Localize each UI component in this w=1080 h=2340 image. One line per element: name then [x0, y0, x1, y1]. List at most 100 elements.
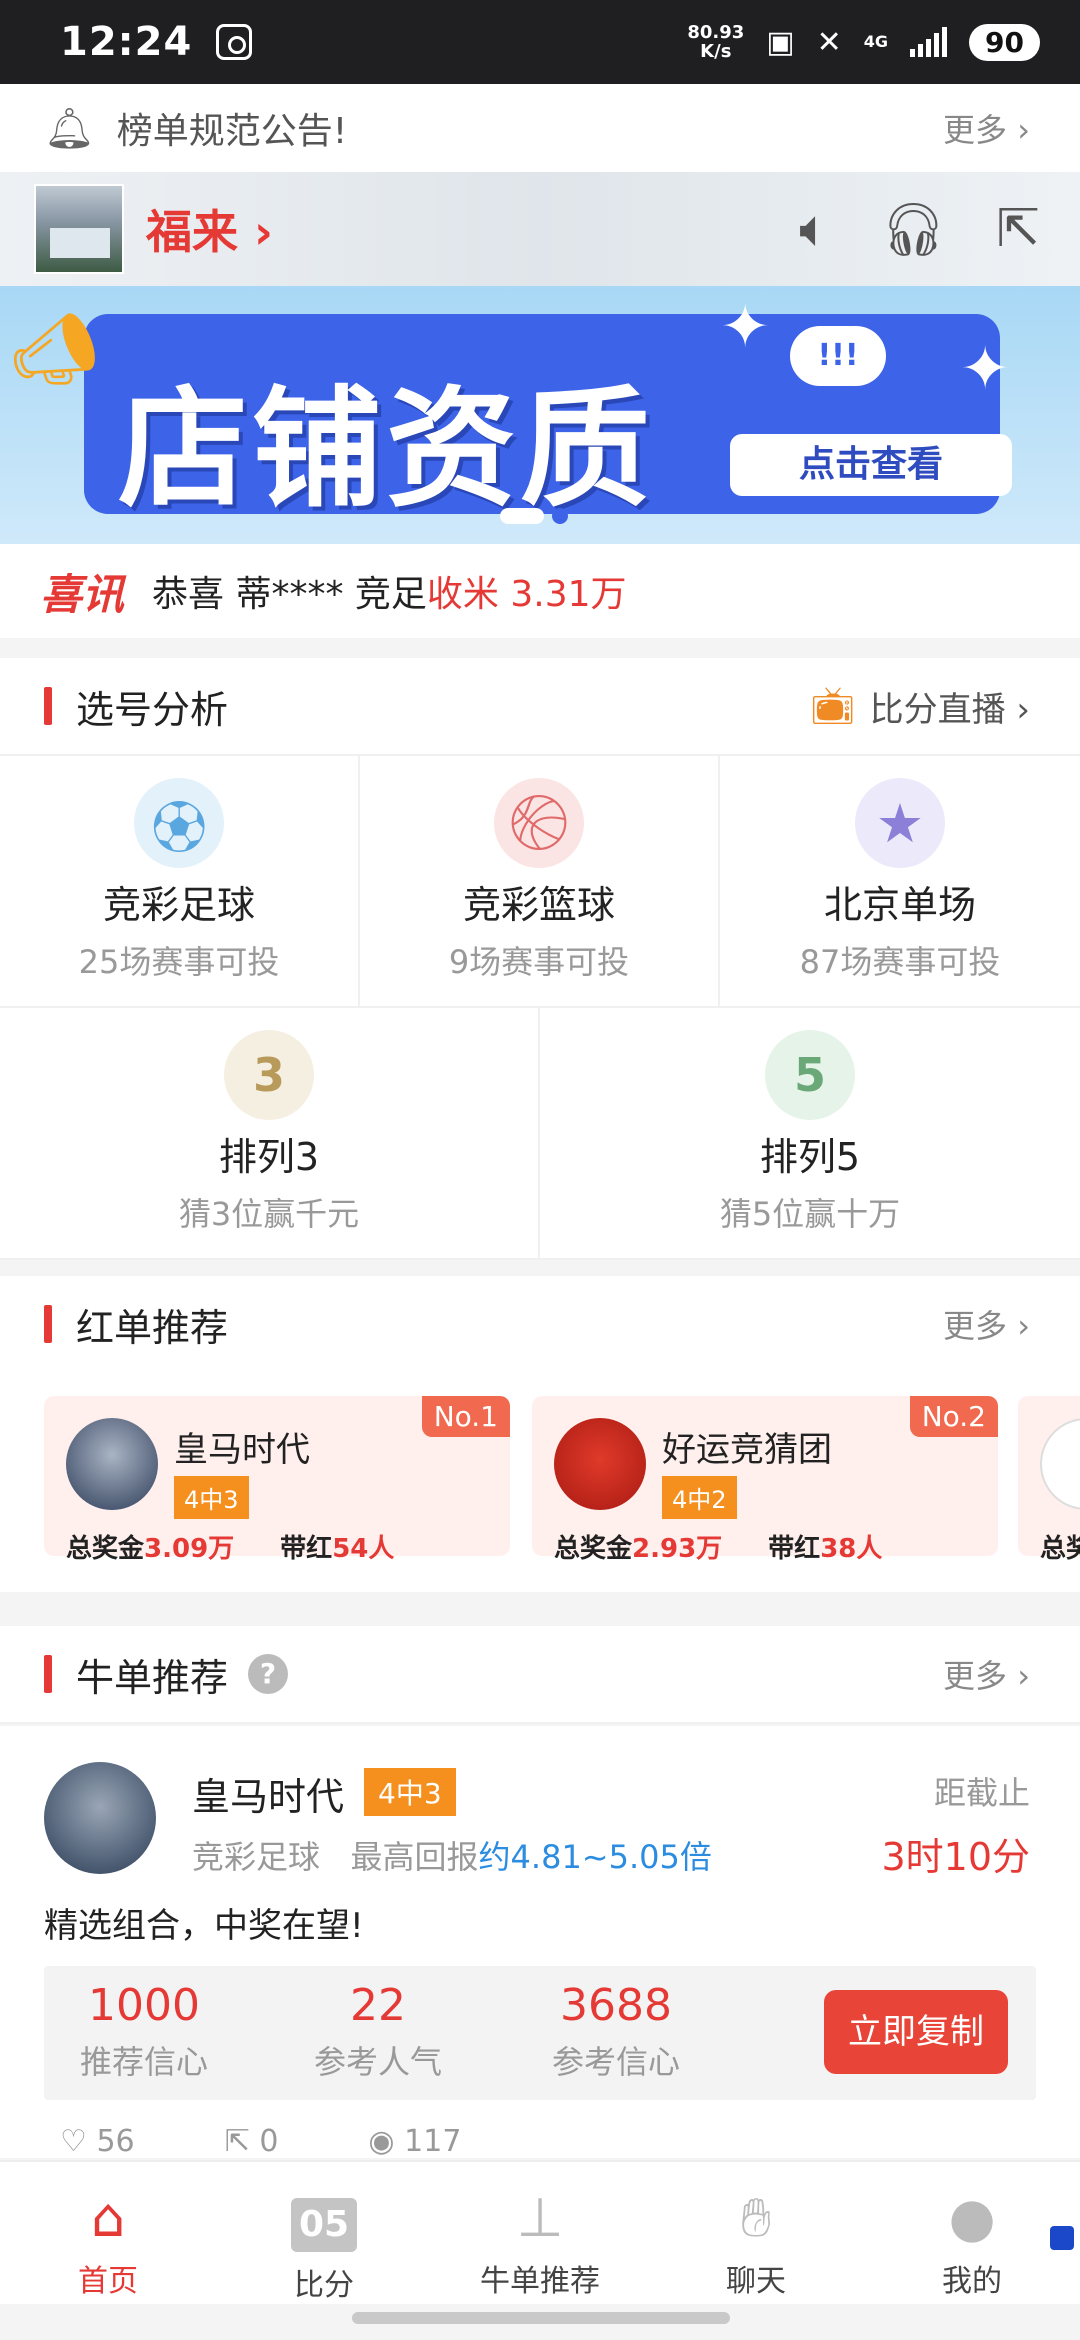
notice-more-link[interactable]: 更多 ›: [943, 105, 1030, 151]
card-stats: 总奖: [1040, 1534, 1080, 1564]
banner-title: 店铺资质: [118, 373, 655, 525]
red-more-link[interactable]: 更多 ›: [943, 1301, 1030, 1347]
red-cards-row: No.1 皇马时代 4中3 总奖金3.09万 带红54人 No.2 好运竞猜团 4…: [0, 1372, 1080, 1592]
section-accent: [44, 687, 52, 725]
like-button[interactable]: ♡ 56: [60, 2124, 135, 2159]
niu-title: 牛单推荐: [76, 1655, 229, 1700]
game-item-pl5[interactable]: 5 排列5 猜5位赢十万: [540, 1008, 1080, 1260]
headset-icon[interactable]: 🎧︎: [880, 199, 946, 260]
author-name: 好运竞猜团: [662, 1430, 832, 1470]
status-bar: 12:24 80.93 K/s ▣ ✕ 4G 90: [0, 0, 1080, 84]
game-item-bjdc[interactable]: ★ 北京单场 87场赛事可投: [720, 756, 1080, 1008]
mute-icon: ✕: [816, 24, 842, 60]
banner-cta-button[interactable]: 点击查看: [730, 434, 1012, 496]
network-type: 4G: [863, 32, 889, 51]
handshake-icon: ✋︎: [740, 2186, 772, 2249]
user-icon: ●: [948, 2186, 996, 2249]
avatar: [554, 1418, 646, 1510]
analysis-title: 选号分析: [76, 687, 229, 732]
tab-home[interactable]: ⌂ 首页: [0, 2162, 216, 2304]
red-title: 红单推荐: [76, 1305, 229, 1350]
promo-banner[interactable]: 📣︎ ✦ ✦ !!! 店铺资质 点击查看: [0, 286, 1080, 544]
speaker-icon[interactable]: 🔈︎: [799, 199, 830, 260]
carousel-indicator: [500, 508, 568, 524]
pailie5-icon: 5: [765, 1030, 855, 1120]
niu-description: 精选组合，中奖在望!: [44, 1906, 364, 1946]
help-icon[interactable]: ?: [248, 1654, 289, 1694]
red-card[interactable]: 总奖: [1018, 1396, 1080, 1564]
tv-icon: 📺︎: [809, 686, 856, 727]
stamp-icon: ⊥: [516, 2186, 564, 2249]
home-indicator[interactable]: [352, 2312, 730, 2324]
basketball-icon: 🏀︎: [494, 778, 584, 868]
avatar: [1040, 1418, 1080, 1510]
store-photo[interactable]: [34, 184, 124, 274]
analysis-section-header: 选号分析 📺︎ 比分直播 ›: [0, 658, 1080, 756]
tab-chat[interactable]: ✋︎ 聊天: [648, 2162, 864, 2304]
card-stats: 总奖金2.93万 带红38人: [554, 1534, 883, 1564]
red-section-header: 红单推荐 更多 ›: [0, 1276, 1080, 1374]
battery-level: 90: [969, 23, 1040, 61]
niu-recommendation[interactable]: 皇马时代 4中3 竞彩足球 最高回报约4.81~5.05倍 距截止 3时10分 …: [0, 1726, 1080, 2159]
home-icon: ⌂: [90, 2186, 126, 2249]
hit-rate-badge: 4中2: [662, 1476, 737, 1519]
bell-icon: 🔔︎: [44, 105, 95, 152]
author-name: 皇马时代: [174, 1430, 310, 1470]
game-item-pl3[interactable]: 3 排列3 猜3位赢千元: [0, 1008, 540, 1260]
hit-rate-badge: 4中3: [174, 1476, 249, 1519]
author-name: 皇马时代: [192, 1775, 345, 1819]
clock: 12:24: [60, 19, 193, 65]
niu-meta: 竞彩足球 最高回报约4.81~5.05倍: [192, 1838, 712, 1876]
niu-actions: ♡ 56 ⇱ 0 ◉ 117: [60, 2124, 461, 2159]
stat-item: 3688 参考信心: [551, 1980, 680, 2081]
tab-mine[interactable]: ● 我的: [864, 2162, 1080, 2304]
red-card[interactable]: No.1 皇马时代 4中3 总奖金3.09万 带红54人: [44, 1396, 510, 1564]
heart-icon: ♡: [60, 2124, 87, 2159]
store-header: 福来 › 🔈︎ 🎧︎ ⇱: [0, 172, 1080, 286]
store-name[interactable]: 福来 ›: [146, 196, 273, 262]
copy-now-button[interactable]: 立即复制: [824, 1990, 1008, 2074]
share-icon: ⇱: [224, 2124, 250, 2159]
star-icon: ★: [855, 778, 945, 868]
avatar: [66, 1418, 158, 1510]
folder-icon: ▣: [766, 24, 795, 60]
niu-more-link[interactable]: 更多 ›: [943, 1651, 1030, 1697]
bottom-nav: ⌂ 首页 05 比分 ⊥ 牛单推荐 ✋︎ 聊天 ● 我的: [0, 2160, 1080, 2304]
section-accent: [44, 1655, 52, 1693]
signal-icon: [910, 27, 948, 57]
news-ticker[interactable]: 喜讯 恭喜 蒂**** 竞足收米 3.31万: [0, 544, 1080, 638]
network-speed: 80.93 K/s: [687, 22, 745, 62]
live-score-link[interactable]: 📺︎ 比分直播 ›: [810, 682, 1030, 731]
section-accent: [44, 1305, 52, 1343]
app-screen: 12:24 80.93 K/s ▣ ✕ 4G 90 🔔︎ 榜单规范公告! 更多 …: [0, 0, 1080, 2340]
game-item-jclq[interactable]: 🏀︎ 竞彩篮球 9场赛事可投: [360, 756, 720, 1008]
ticker-message: 恭喜 蒂**** 竞足收米 3.31万: [152, 574, 627, 615]
avatar[interactable]: [44, 1762, 156, 1874]
floating-folder-icon[interactable]: [1050, 2226, 1074, 2250]
tab-score[interactable]: 05 比分: [216, 2162, 432, 2304]
views-count: ◉ 117: [368, 2124, 462, 2159]
red-card[interactable]: No.2 好运竞猜团 4中2 总奖金2.93万 带红38人: [532, 1396, 998, 1564]
share-button[interactable]: ⇱ 0: [225, 2124, 279, 2159]
niu-stats: 1000 推荐信心 22 参考人气 3688 参考信心 立即复制: [44, 1966, 1036, 2100]
hit-rate-badge: 4中3: [364, 1768, 456, 1816]
speech-bubble: !!!: [790, 326, 886, 386]
ticker-logo: 喜讯: [40, 569, 125, 619]
deadline-label: 距截止: [933, 1774, 1030, 1812]
game-item-jczq[interactable]: ⚽︎ 竞彩足球 25场赛事可投: [0, 756, 360, 1008]
rank-badge: No.1: [421, 1396, 510, 1437]
deadline-time: 3时10分: [881, 1835, 1030, 1879]
tab-niu[interactable]: ⊥ 牛单推荐: [432, 2162, 648, 2304]
sparkle-icon: ✦: [720, 292, 771, 362]
niu-section-header: 牛单推荐 ? 更多 ›: [0, 1626, 1080, 1724]
stat-item: 1000 推荐信心: [79, 1980, 208, 2081]
card-stats: 总奖金3.09万 带红54人: [66, 1534, 395, 1564]
stat-item: 22 参考人气: [313, 1980, 442, 2081]
sparkle-icon: ✦: [960, 334, 1011, 404]
pailie3-icon: 3: [224, 1030, 314, 1120]
share-icon[interactable]: ⇱: [996, 199, 1040, 260]
screenshot-icon: [216, 24, 253, 60]
scoreboard-icon: 05: [216, 2188, 432, 2252]
notice-bar[interactable]: 🔔︎ 榜单规范公告! 更多 ›: [0, 84, 1080, 172]
rank-badge: No.2: [909, 1396, 998, 1437]
